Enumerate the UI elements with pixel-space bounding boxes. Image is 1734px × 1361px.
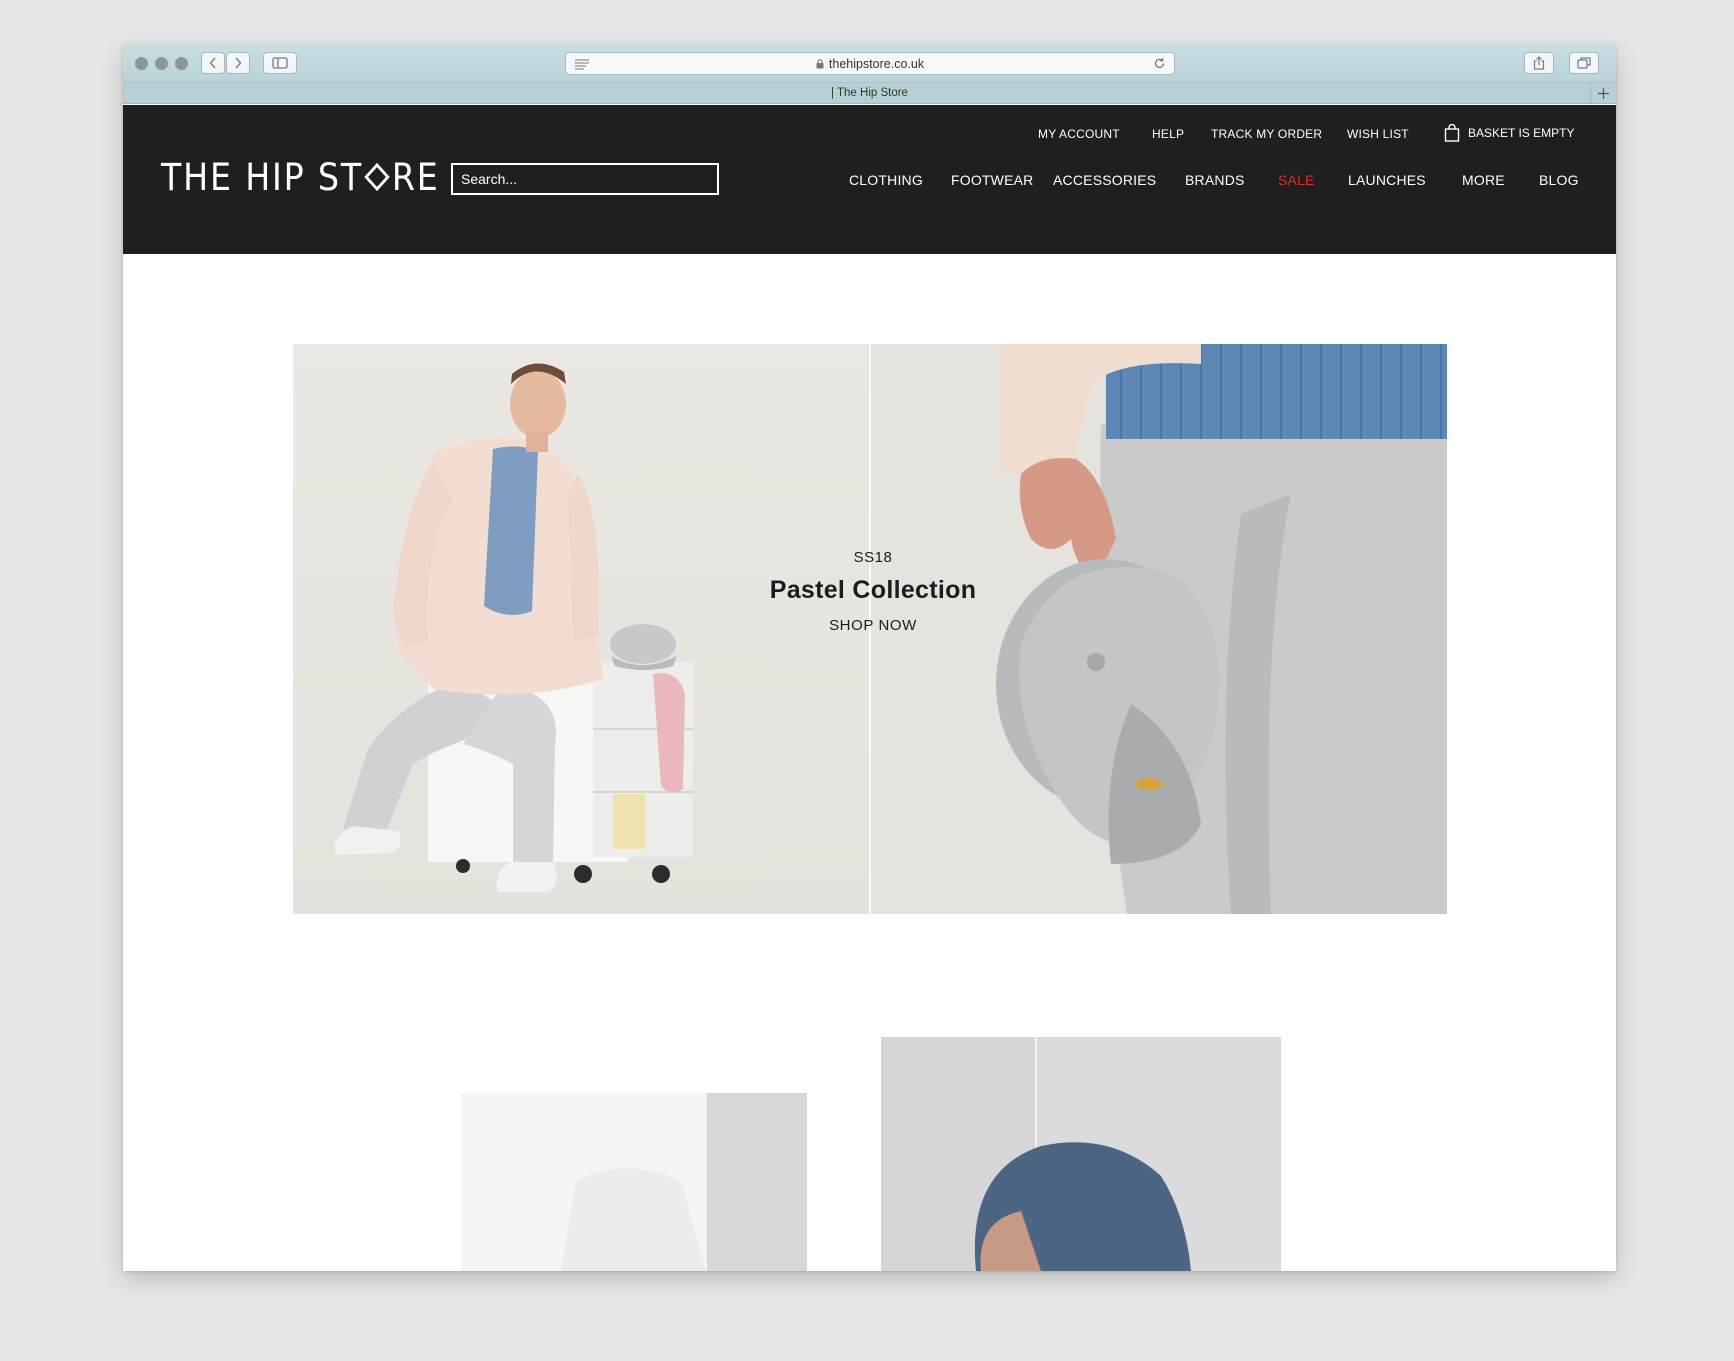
site-header: THE HIP ST RE MY ACCOUNT HELP TRACK MY OR…	[123, 105, 1616, 254]
plus-icon	[1598, 88, 1609, 99]
minimize-window-button[interactable]	[155, 57, 168, 70]
shopping-bag-icon	[1444, 124, 1460, 142]
shop-now-link[interactable]: SHOP NOW	[829, 617, 917, 634]
nav-footwear[interactable]: FOOTWEAR	[951, 172, 1033, 188]
back-icon	[209, 57, 216, 69]
my-account-link[interactable]: MY ACCOUNT	[1038, 127, 1120, 141]
tabs-overview-button[interactable]	[1569, 52, 1599, 74]
track-order-link[interactable]: TRACK MY ORDER	[1211, 127, 1322, 141]
browser-toolbar: thehipstore.co.uk	[123, 44, 1616, 83]
promo-tile-left-image	[461, 1093, 807, 1271]
url-text: thehipstore.co.uk	[828, 56, 925, 71]
close-window-button[interactable]	[135, 57, 148, 70]
nav-launches[interactable]: LAUNCHES	[1348, 172, 1426, 188]
help-link[interactable]: HELP	[1152, 127, 1184, 141]
reader-icon[interactable]	[574, 58, 590, 70]
basket-link[interactable]: BASKET IS EMPTY	[1444, 124, 1574, 142]
nav-accessories[interactable]: ACCESSORIES	[1053, 172, 1156, 188]
promo-tile-left[interactable]	[461, 1093, 807, 1271]
logo-text-start: THE HIP ST	[161, 156, 364, 199]
address-bar[interactable]: thehipstore.co.uk	[565, 52, 1175, 75]
promo-tile-right[interactable]	[881, 1037, 1281, 1271]
nav-brands[interactable]: BRANDS	[1185, 172, 1245, 188]
hero-caption: SS18 Pastel Collection SHOP NOW	[723, 549, 1023, 635]
sidebar-button[interactable]	[263, 52, 297, 74]
browser-window: thehipstore.co.uk | The Hip Store THE HI…	[123, 44, 1616, 1271]
promo-tile-right-image	[881, 1037, 1281, 1271]
tab-bar: | The Hip Store	[123, 83, 1616, 104]
new-tab-button[interactable]	[1590, 83, 1616, 104]
hero-banner[interactable]: SS18 Pastel Collection SHOP NOW	[293, 344, 1447, 914]
lock-icon	[816, 58, 824, 68]
hero-title: Pastel Collection	[769, 576, 977, 604]
nav-more[interactable]: MORE	[1462, 172, 1505, 188]
logo-text-end: RE	[391, 156, 440, 199]
search-input[interactable]	[451, 163, 719, 195]
site-logo[interactable]: THE HIP ST RE	[161, 159, 440, 196]
tabs-icon	[1577, 57, 1591, 69]
forward-icon	[235, 57, 242, 69]
back-button[interactable]	[201, 52, 225, 74]
forward-button[interactable]	[226, 52, 250, 74]
nav-sale[interactable]: SALE	[1278, 172, 1315, 188]
basket-status: BASKET IS EMPTY	[1468, 126, 1575, 140]
reload-icon[interactable]	[1153, 57, 1166, 70]
active-tab-title[interactable]: | The Hip Store	[831, 87, 908, 99]
share-icon	[1533, 56, 1545, 70]
wish-list-link[interactable]: WISH LIST	[1347, 127, 1409, 141]
nav-blog[interactable]: BLOG	[1539, 172, 1579, 188]
zoom-window-button[interactable]	[175, 57, 188, 70]
share-button[interactable]	[1524, 52, 1554, 74]
nav-clothing[interactable]: CLOTHING	[849, 172, 923, 188]
logo-diamond-icon	[364, 162, 391, 192]
hero-season-label: SS18	[853, 549, 893, 566]
sidebar-icon	[272, 57, 288, 69]
